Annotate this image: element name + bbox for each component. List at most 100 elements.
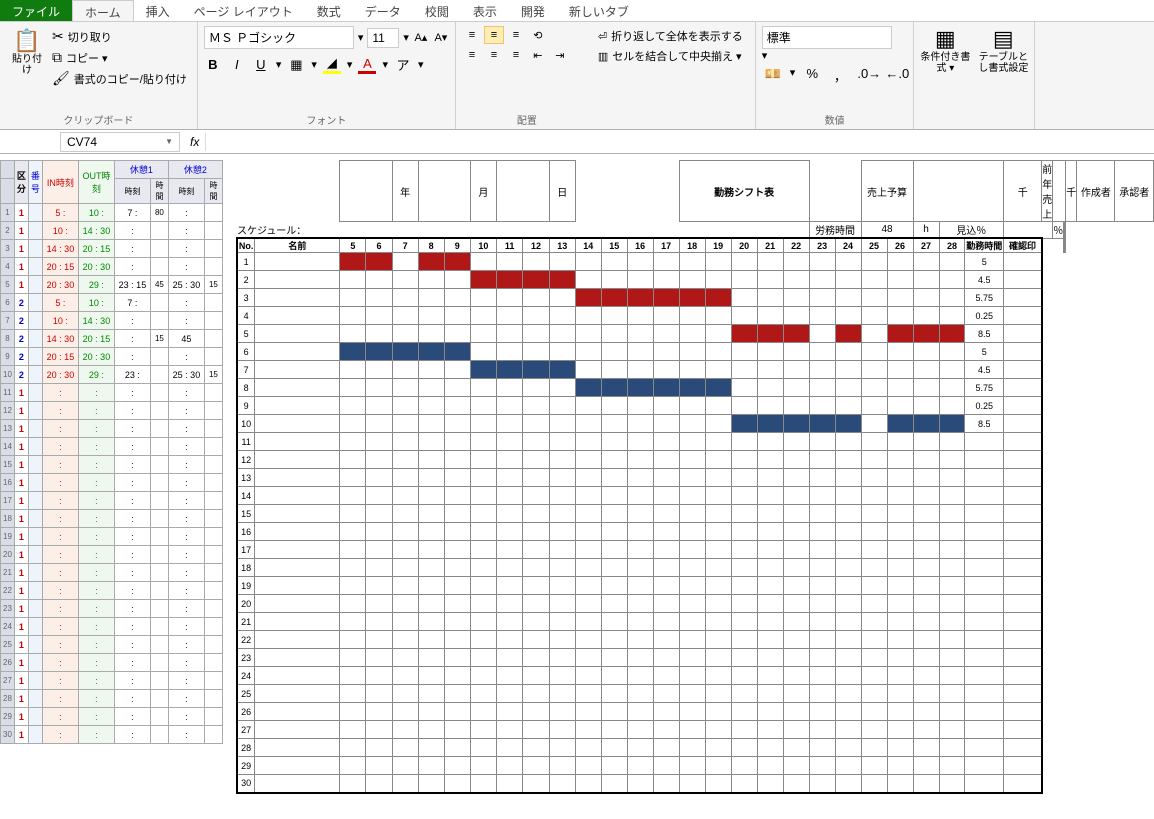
gantt-row[interactable]: 85.75 [237, 379, 1154, 397]
left-row[interactable]: 151:::: [1, 456, 223, 474]
left-row[interactable]: 191:::: [1, 528, 223, 546]
fx-icon[interactable]: fx [190, 135, 199, 149]
left-row[interactable]: 4120 : 1520 : 30:: [1, 258, 223, 276]
left-row[interactable]: 171:::: [1, 492, 223, 510]
left-data-table[interactable]: 区分番号IN時刻OUT時刻休憩1休憩2時刻時間時刻時間115 :10 :7 :8… [0, 160, 223, 744]
inc-decimal-button[interactable]: .0→ [857, 66, 879, 85]
font-color-button[interactable]: A [358, 56, 376, 74]
left-row[interactable]: 121:::: [1, 402, 223, 420]
ribbon-tab-3[interactable]: ページ レイアウト [182, 0, 305, 21]
fill-color-button[interactable]: ◢ [323, 55, 341, 74]
gantt-row[interactable]: 30 [237, 775, 1154, 793]
gantt-row[interactable]: 17 [237, 541, 1154, 559]
gantt-row[interactable]: 108.5 [237, 415, 1154, 433]
font-name-combo[interactable]: ＭＳ Ｐゴシック [204, 26, 354, 49]
italic-button[interactable]: I [228, 57, 246, 72]
left-row[interactable]: 10220 : 3029 :23 :25 : 3015 [1, 366, 223, 384]
align-right-button[interactable]: ≡ [506, 46, 526, 64]
left-row[interactable]: 115 :10 :7 :80: [1, 204, 223, 222]
number-format-combo[interactable]: 標準 [762, 26, 892, 49]
gantt-row[interactable]: 11 [237, 433, 1154, 451]
gantt-row[interactable]: 13 [237, 469, 1154, 487]
left-row[interactable]: 241:::: [1, 618, 223, 636]
ribbon-tab-7[interactable]: 表示 [461, 0, 509, 21]
format-as-table-button[interactable]: ▤テーブルとし書式設定 [978, 26, 1028, 74]
dec-decimal-button[interactable]: ←.0 [885, 66, 907, 85]
gantt-row[interactable]: 19 [237, 577, 1154, 595]
indent-dec-button[interactable]: ⇤ [528, 46, 548, 64]
left-row[interactable]: 141:::: [1, 438, 223, 456]
align-bottom-button[interactable]: ≡ [506, 26, 526, 44]
gantt-row[interactable]: 27 [237, 721, 1154, 739]
left-row[interactable]: 291:::: [1, 708, 223, 726]
format-painter-button[interactable]: 🖌書式のコピー/貼り付け [52, 70, 187, 87]
border-button[interactable]: ▦ [287, 57, 305, 73]
gantt-row[interactable]: 65 [237, 343, 1154, 361]
wrap-text-button[interactable]: ⏎折り返して全体を表示する [598, 28, 743, 44]
formula-input[interactable] [205, 133, 805, 151]
underline-button[interactable]: U [252, 57, 270, 72]
currency-button[interactable]: 💴 [762, 66, 784, 85]
left-row[interactable]: 8214 : 3020 : 15:1545 [1, 330, 223, 348]
merge-center-button[interactable]: ▥セルを結合して中央揃え ▾ [598, 48, 743, 64]
left-row[interactable]: 181:::: [1, 510, 223, 528]
gantt-row[interactable]: 26 [237, 703, 1154, 721]
left-row[interactable]: 625 :10 :7 :: [1, 294, 223, 312]
gantt-row[interactable]: 25 [237, 685, 1154, 703]
worksheet[interactable]: 区分番号IN時刻OUT時刻休憩1休憩2時刻時間時刻時間115 :10 :7 :8… [0, 154, 1154, 819]
copy-button[interactable]: ⧉コピー ▾ [52, 49, 187, 66]
left-row[interactable]: 231:::: [1, 600, 223, 618]
left-row[interactable]: 211:::: [1, 564, 223, 582]
left-row[interactable]: 221:::: [1, 582, 223, 600]
font-size-combo[interactable]: 11 [367, 28, 399, 48]
left-row[interactable]: 281:::: [1, 690, 223, 708]
left-row[interactable]: 111:::: [1, 384, 223, 402]
gantt-row[interactable]: 24.5 [237, 271, 1154, 289]
left-row[interactable]: 201:::: [1, 546, 223, 564]
conditional-format-button[interactable]: ▦条件付き書式 ▾ [920, 26, 970, 74]
left-row[interactable]: 2110 :14 : 30:: [1, 222, 223, 240]
phonetic-button[interactable]: ア [394, 55, 412, 74]
align-left-button[interactable]: ≡ [462, 46, 482, 64]
name-box[interactable]: CV74▼ [60, 132, 180, 152]
bold-button[interactable]: B [204, 57, 222, 72]
gantt-row[interactable]: 12 [237, 451, 1154, 469]
percent-button[interactable]: % [801, 66, 823, 85]
left-row[interactable]: 161:::: [1, 474, 223, 492]
left-row[interactable]: 3114 : 3020 : 15:: [1, 240, 223, 258]
ribbon-tab-1[interactable]: ホーム [72, 0, 134, 21]
ribbon-tab-0[interactable]: ファイル [0, 0, 72, 21]
gantt-row[interactable]: 22 [237, 631, 1154, 649]
ribbon-tab-5[interactable]: データ [353, 0, 413, 21]
indent-inc-button[interactable]: ⇥ [550, 46, 570, 64]
gantt-row[interactable]: 21 [237, 613, 1154, 631]
gantt-row[interactable]: 28 [237, 739, 1154, 757]
ribbon-tab-2[interactable]: 挿入 [134, 0, 182, 21]
paste-button[interactable]: 📋 貼り付け [6, 26, 48, 89]
left-row[interactable]: 271:::: [1, 672, 223, 690]
comma-button[interactable]: ， [829, 66, 851, 85]
gantt-row[interactable]: 29 [237, 757, 1154, 775]
gantt-row[interactable]: 16 [237, 523, 1154, 541]
align-top-button[interactable]: ≡ [462, 26, 482, 44]
left-row[interactable]: 251:::: [1, 636, 223, 654]
gantt-row[interactable]: 15 [237, 253, 1154, 271]
ribbon-tab-4[interactable]: 数式 [305, 0, 353, 21]
left-row[interactable]: 261:::: [1, 654, 223, 672]
gantt-row[interactable]: 40.25 [237, 307, 1154, 325]
gantt-row[interactable]: 18 [237, 559, 1154, 577]
dropdown-icon[interactable]: ▼ [165, 137, 173, 146]
align-middle-button[interactable]: ≡ [484, 26, 504, 44]
left-row[interactable]: 7210 :14 : 30:: [1, 312, 223, 330]
left-row[interactable]: 301:::: [1, 726, 223, 744]
gantt-row[interactable]: 58.5 [237, 325, 1154, 343]
gantt-row[interactable]: 23 [237, 649, 1154, 667]
orientation-button[interactable]: ⟲ [528, 26, 548, 44]
gantt-row[interactable]: 14 [237, 487, 1154, 505]
cut-button[interactable]: ✂切り取り [52, 28, 187, 45]
gantt-row[interactable]: 90.25 [237, 397, 1154, 415]
left-row[interactable]: 5120 : 3029 :23 : 154525 : 3015 [1, 276, 223, 294]
ribbon-tab-8[interactable]: 開発 [509, 0, 557, 21]
gantt-row[interactable]: 20 [237, 595, 1154, 613]
grow-font-button[interactable]: A▴ [413, 31, 429, 44]
